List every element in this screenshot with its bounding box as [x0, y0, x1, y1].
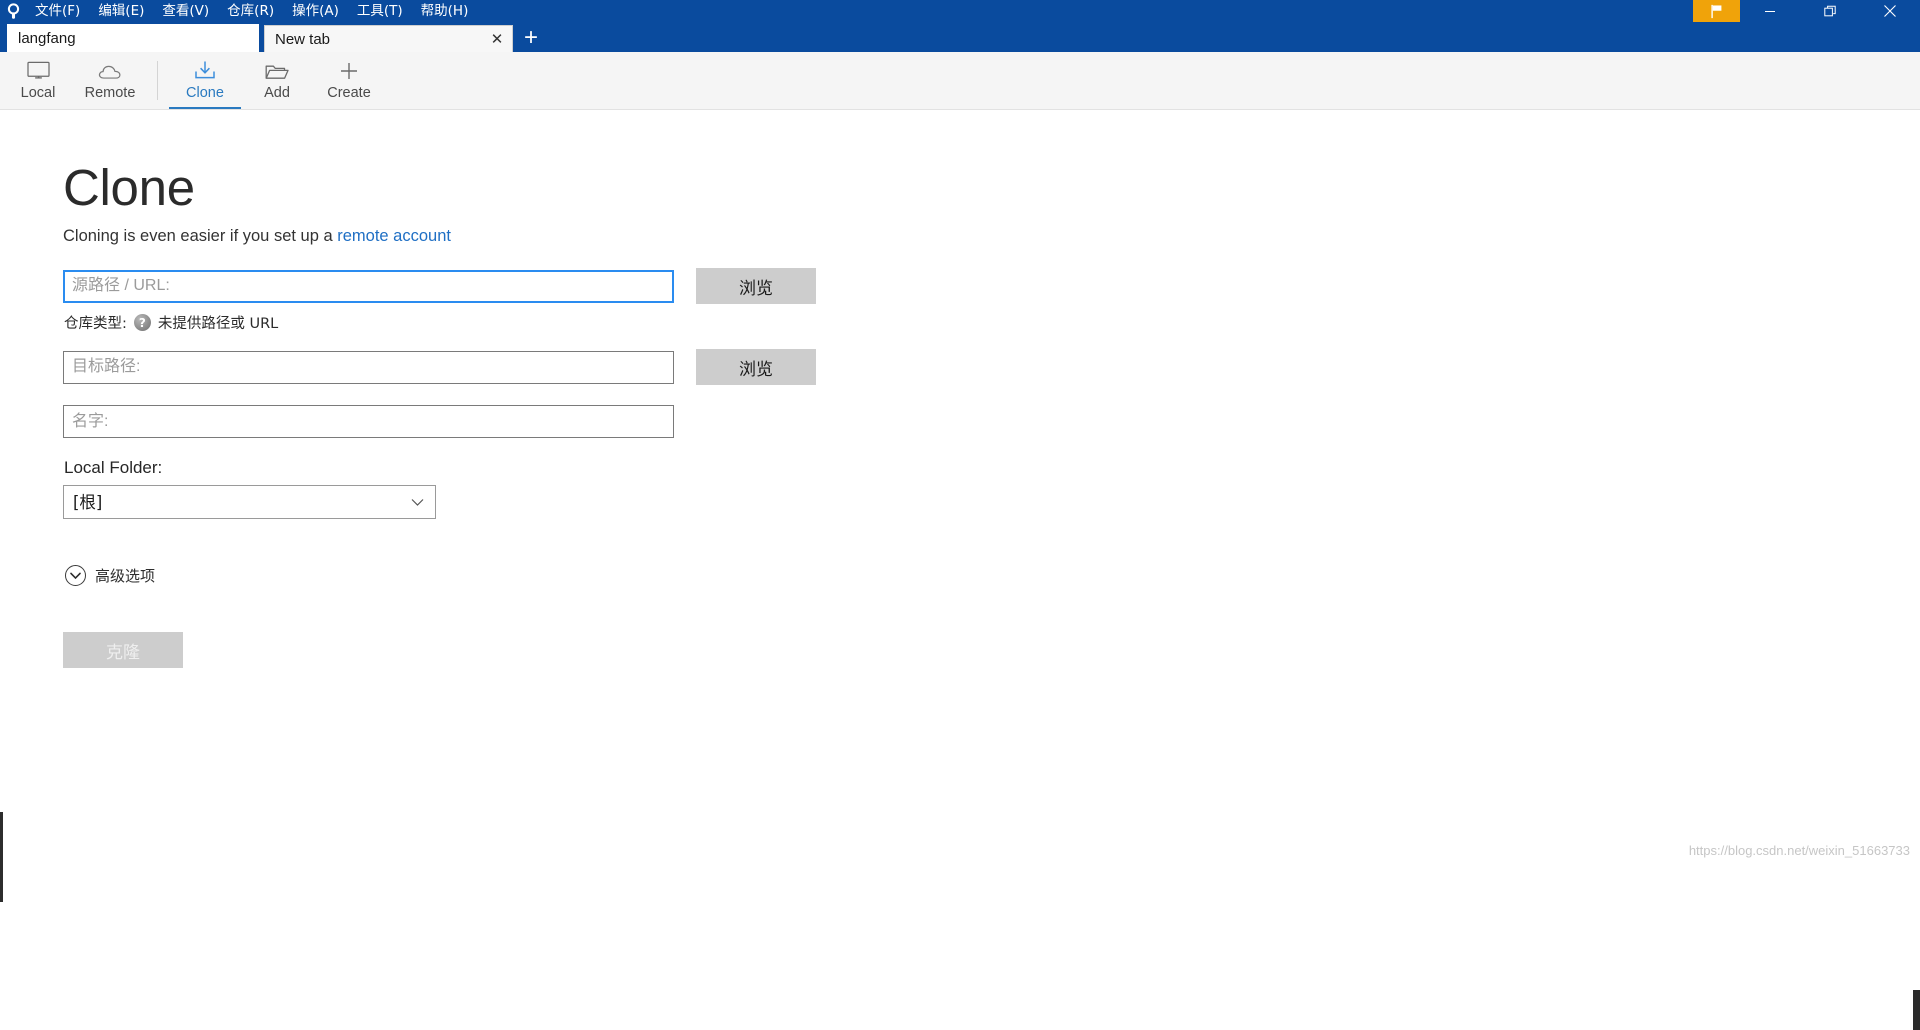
page-subtitle: Cloning is even easier if you set up a r…: [63, 227, 1920, 246]
menu-tools[interactable]: 工具(T): [348, 0, 412, 22]
toolbar-divider: [157, 61, 158, 100]
restore-button[interactable]: [1800, 0, 1860, 22]
source-path-row: 浏览: [63, 268, 1920, 304]
destination-path-row: 浏览: [63, 349, 1920, 385]
toolbar-local-button[interactable]: Local: [2, 52, 74, 109]
toolbar-create-button[interactable]: Create: [313, 52, 385, 109]
name-input[interactable]: [63, 405, 674, 438]
watermark-text: https://blog.csdn.net/weixin_51663733: [1688, 843, 1910, 858]
folder-open-icon: [264, 58, 290, 82]
vertical-scrollbar[interactable]: [1913, 110, 1920, 1030]
tab-langfang[interactable]: langfang: [7, 24, 259, 52]
window-controls: [1693, 0, 1920, 22]
local-folder-label: Local Folder:: [64, 458, 163, 477]
flag-button[interactable]: [1693, 0, 1740, 22]
toolbar-remote-button[interactable]: Remote: [74, 52, 146, 109]
restore-icon: [1823, 5, 1836, 16]
sourcetree-window: 文件(F) 编辑(E) 查看(V) 仓库(R) 操作(A) 工具(T) 帮助(H…: [0, 0, 1920, 1030]
scrollbar-thumb[interactable]: [1913, 990, 1920, 1030]
advanced-options-label: 高级选项: [95, 567, 156, 585]
plus-icon: [338, 58, 360, 82]
menu-edit[interactable]: 编辑(E): [89, 0, 153, 22]
minimize-button[interactable]: [1740, 0, 1800, 22]
menu-view[interactable]: 查看(V): [153, 0, 218, 22]
toolbar-local-label: Local: [20, 85, 56, 101]
name-row: [63, 405, 1920, 438]
tab-label: langfang: [18, 30, 76, 47]
destination-path-input[interactable]: [63, 350, 674, 384]
tab-strip: langfang New tab ✕ +: [0, 22, 1920, 52]
repository-type-row: 仓库类型: ? 未提供路径或 URL: [64, 312, 1920, 333]
help-icon[interactable]: ?: [133, 314, 151, 331]
destination-browse-button[interactable]: 浏览: [696, 349, 816, 385]
clone-panel: Clone Cloning is even easier if you set …: [0, 110, 1920, 1030]
repository-type-label: 仓库类型:: [64, 316, 127, 332]
main-toolbar: Local Remote Clone Add Create: [0, 52, 1920, 110]
close-icon: [1884, 5, 1896, 17]
advanced-options-toggle[interactable]: 高级选项: [65, 565, 1920, 586]
repository-type-status: 未提供路径或 URL: [157, 316, 279, 332]
tab-label: New tab: [275, 30, 331, 48]
left-edge-artifact: [0, 812, 3, 902]
menu-repository[interactable]: 仓库(R): [218, 0, 283, 22]
menu-bar: 文件(F) 编辑(E) 查看(V) 仓库(R) 操作(A) 工具(T) 帮助(H…: [26, 0, 477, 22]
toolbar-clone-button[interactable]: Clone: [169, 52, 241, 109]
toolbar-add-button[interactable]: Add: [241, 52, 313, 109]
menu-help[interactable]: 帮助(H): [412, 0, 478, 22]
local-folder-select[interactable]: [根]: [63, 485, 436, 519]
local-folder-select-wrap: [根]: [63, 485, 436, 519]
monitor-icon: [26, 58, 51, 82]
clone-form: 浏览 仓库类型: ? 未提供路径或 URL 浏览 Local Folder:: [63, 268, 1920, 668]
title-bar: 文件(F) 编辑(E) 查看(V) 仓库(R) 操作(A) 工具(T) 帮助(H…: [0, 0, 1920, 22]
menu-actions[interactable]: 操作(A): [283, 0, 348, 22]
menu-file[interactable]: 文件(F): [26, 0, 89, 22]
minimize-icon: [1765, 11, 1775, 12]
tab-close-icon[interactable]: ✕: [490, 32, 504, 47]
source-path-input[interactable]: [63, 269, 674, 303]
toolbar-add-label: Add: [264, 85, 290, 101]
toolbar-clone-label: Clone: [186, 85, 224, 101]
page-title: Clone: [63, 159, 195, 216]
remote-account-link[interactable]: remote account: [337, 227, 451, 245]
app-logo-icon: [0, 0, 26, 22]
subtitle-text: Cloning is even easier if you set up a: [63, 227, 338, 245]
download-icon: [193, 58, 217, 82]
new-tab-button[interactable]: +: [518, 26, 546, 52]
toolbar-create-label: Create: [327, 85, 371, 101]
toolbar-remote-label: Remote: [84, 85, 136, 101]
flag-icon: [1711, 4, 1722, 18]
chevron-down-circle-icon: [65, 565, 86, 586]
source-browse-button[interactable]: 浏览: [696, 268, 816, 304]
cloud-icon: [96, 58, 124, 82]
clone-submit-button[interactable]: 克隆: [63, 632, 183, 668]
close-button[interactable]: [1860, 0, 1920, 22]
tab-new-tab[interactable]: New tab ✕: [264, 25, 513, 52]
